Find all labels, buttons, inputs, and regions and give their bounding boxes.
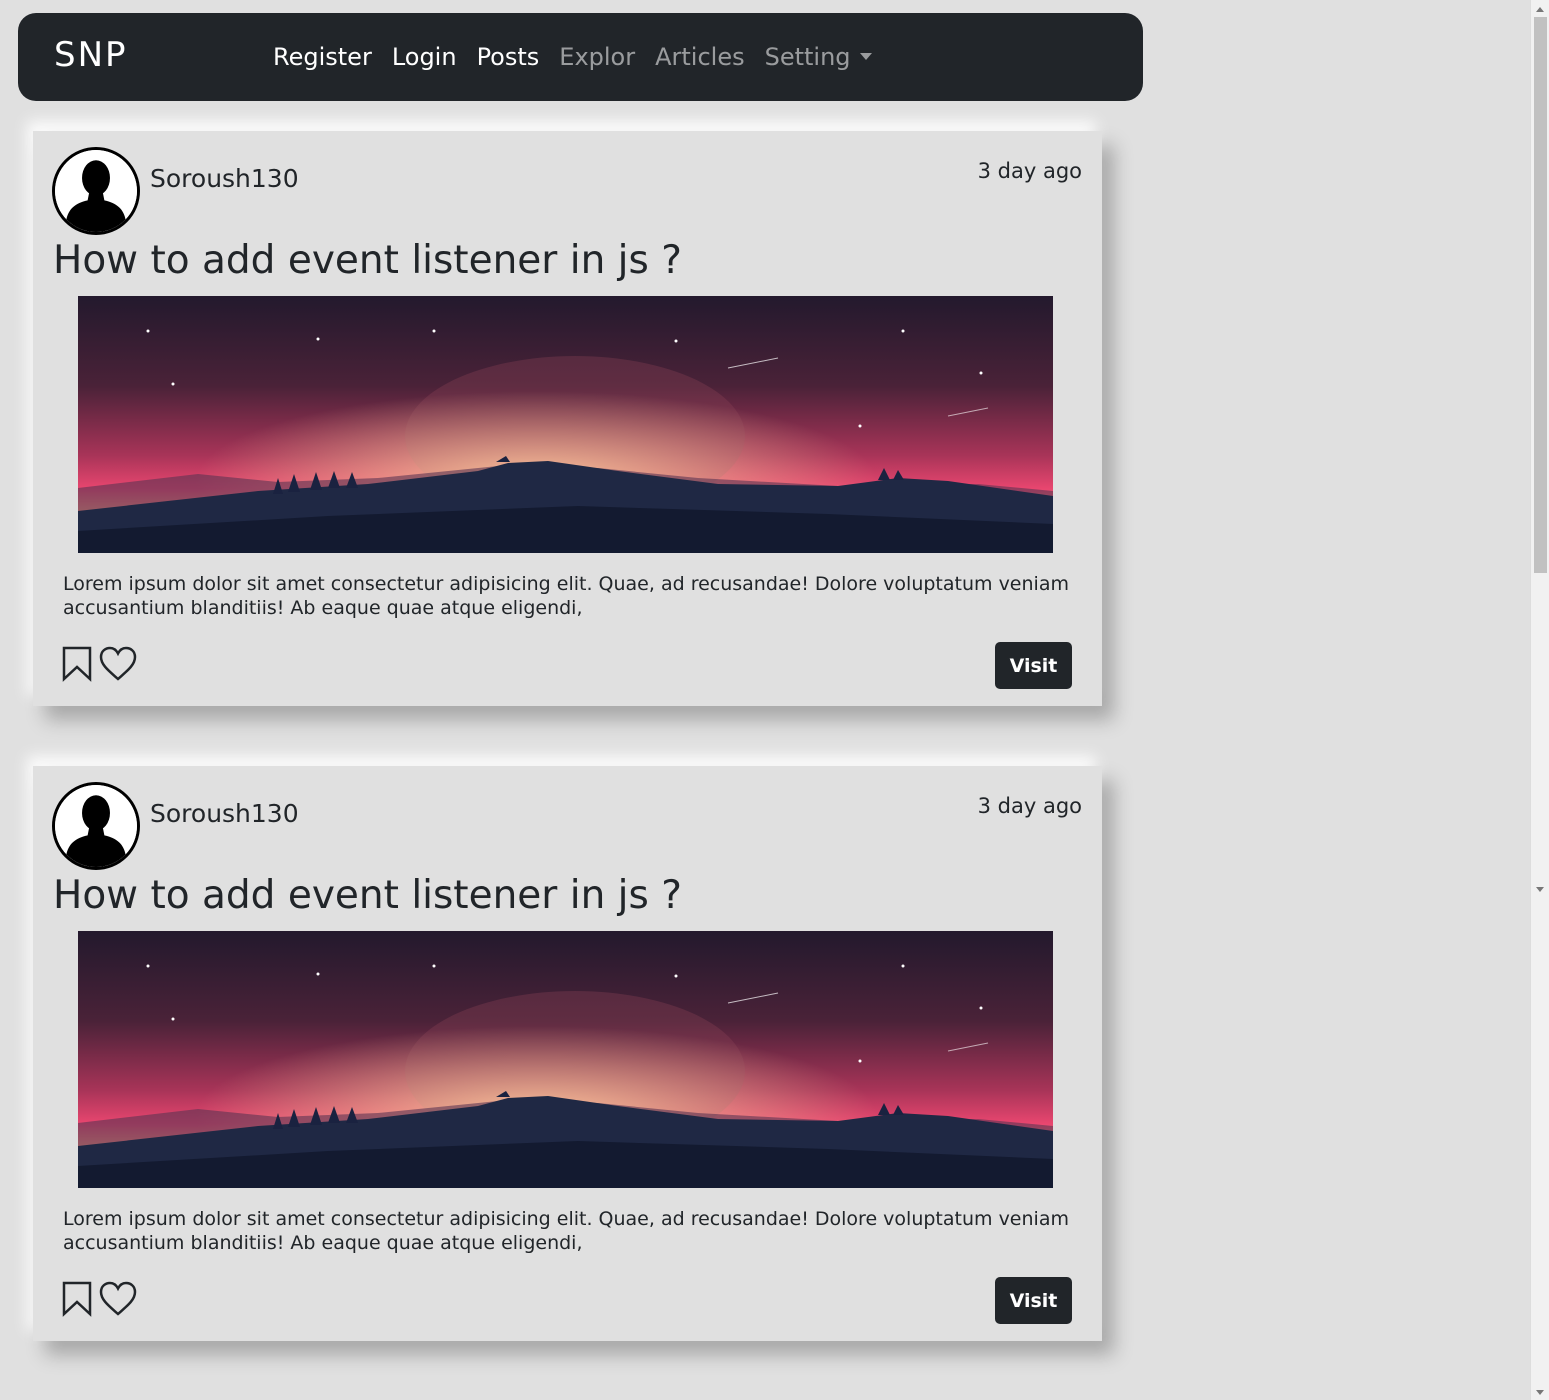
post-actions [61,1281,137,1317]
user-avatar-icon[interactable] [52,782,140,870]
scroll-up-arrow-icon[interactable] [1536,7,1544,12]
post-card: Soroush130 3 day ago How to add event li… [33,131,1102,706]
navbar: SNP Register Login Posts Explor Articles… [18,13,1143,101]
nav-setting-label: Setting [764,43,851,71]
user-avatar-icon[interactable] [52,147,140,235]
post-title: How to add event listener in js ? [53,238,682,283]
brand-logo[interactable]: SNP [54,35,128,75]
heart-icon[interactable] [99,646,137,682]
post-title: How to add event listener in js ? [53,873,682,918]
post-actions [61,646,137,682]
scroll-down-arrow-icon[interactable] [1536,887,1544,892]
bookmark-icon[interactable] [61,1281,93,1317]
nav-setting-dropdown[interactable]: Setting [765,43,872,71]
post-timestamp: 3 day ago [977,159,1082,183]
post-image [78,296,1053,553]
post-username[interactable]: Soroush130 [150,799,299,828]
visit-button[interactable]: Visit [995,642,1072,689]
scrollbar[interactable] [1530,0,1549,1400]
post-excerpt: Lorem ipsum dolor sit amet consectetur a… [63,573,1069,619]
post-card: Soroush130 3 day ago How to add event li… [33,766,1102,1341]
post-timestamp: 3 day ago [977,794,1082,818]
nav-register[interactable]: Register [273,43,372,71]
nav-posts[interactable]: Posts [477,43,540,71]
post-excerpt: Lorem ipsum dolor sit amet consectetur a… [63,1208,1069,1254]
scrollbar-thumb[interactable] [1534,17,1547,573]
bookmark-icon[interactable] [61,646,93,682]
nav-login[interactable]: Login [392,43,457,71]
visit-button[interactable]: Visit [995,1277,1072,1324]
post-image [78,931,1053,1188]
nav-links: Register Login Posts Explor Articles Set… [263,13,882,101]
caret-down-icon [859,53,872,60]
heart-icon[interactable] [99,1281,137,1317]
scroll-down-arrow-icon[interactable] [1536,1390,1544,1395]
post-username[interactable]: Soroush130 [150,164,299,193]
nav-articles[interactable]: Articles [655,43,745,71]
nav-explor[interactable]: Explor [559,43,635,71]
